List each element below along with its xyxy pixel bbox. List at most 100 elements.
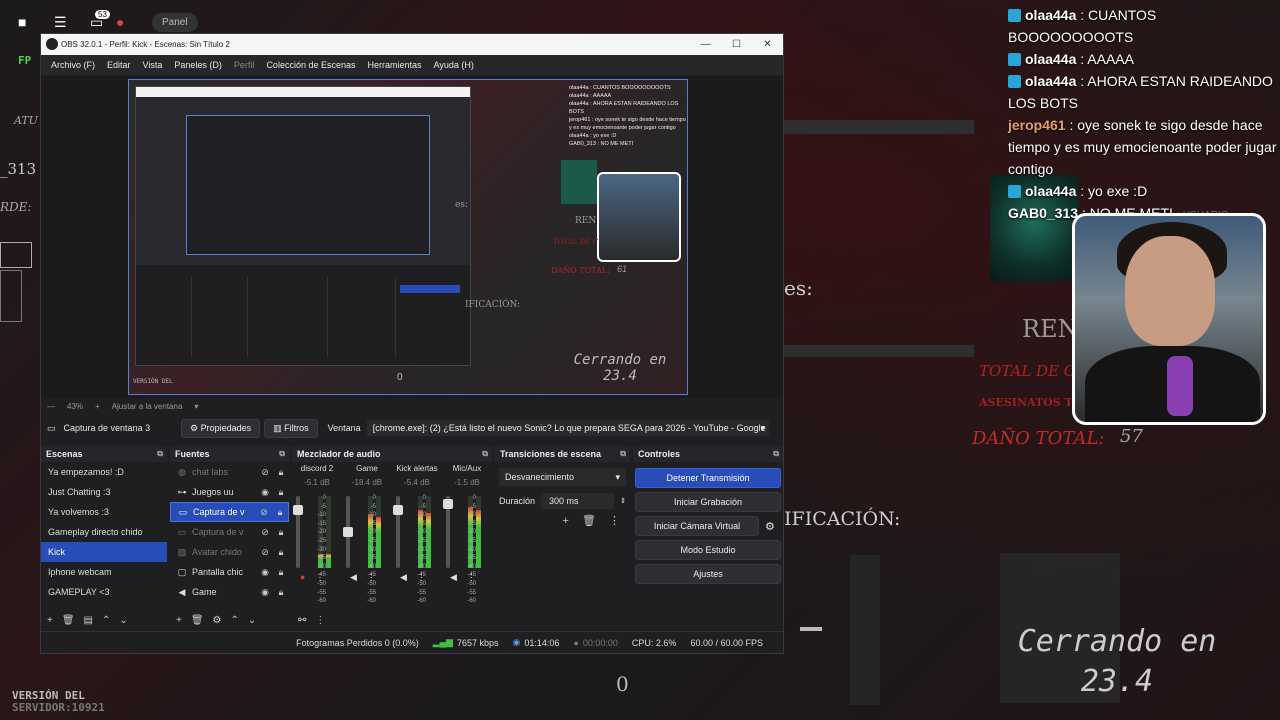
program-preview[interactable]: olaa44a : CUANTOS BOOOOOOOOOTS olaa44a :…: [128, 79, 688, 395]
lock-icon[interactable]: 🔒︎: [273, 587, 289, 598]
scene-item[interactable]: Gameplay directo chido: [41, 522, 167, 542]
studio-mode-button[interactable]: Modo Estudio: [635, 540, 781, 560]
spinner-icon[interactable]: ⇕: [620, 497, 626, 505]
menu-icon[interactable]: ☰: [54, 14, 70, 30]
fader-knob[interactable]: [343, 527, 353, 537]
more-icon[interactable]: ⋮: [367, 572, 376, 582]
source-item[interactable]: ⊶ Juegos uu ◉ 🔒︎: [170, 482, 289, 502]
arrow-down-icon[interactable]: ⌄: [248, 615, 256, 626]
add-icon[interactable]: +: [47, 615, 53, 626]
gear-icon[interactable]: ⚙: [765, 520, 775, 533]
zoom-in-icon[interactable]: +: [95, 402, 100, 411]
menu-ayuda[interactable]: Ayuda (H): [428, 60, 480, 70]
properties-button[interactable]: ⚙ Propiedades: [181, 418, 261, 438]
fader-knob[interactable]: [293, 505, 303, 516]
trash-icon[interactable]: 🗑: [62, 615, 75, 626]
undock-icon[interactable]: ⧉: [157, 449, 163, 459]
transition-select[interactable]: Desvanecimiento ▾: [499, 468, 626, 486]
panel-button[interactable]: Panel: [152, 12, 198, 32]
fader-knob[interactable]: [443, 499, 453, 510]
app-logo-icon[interactable]: ■: [18, 14, 34, 30]
scene-item-selected[interactable]: Kick: [41, 542, 167, 562]
eye-icon[interactable]: ◉: [257, 567, 273, 578]
speaker-icon[interactable]: ◀: [450, 572, 457, 582]
eye-hidden-icon[interactable]: ⊘: [256, 507, 272, 518]
menu-coleccion[interactable]: Colección de Escenas: [260, 60, 361, 70]
scene-item[interactable]: Iphone webcam: [41, 562, 167, 582]
add-icon[interactable]: +: [562, 515, 568, 527]
undock-icon[interactable]: ⧉: [279, 449, 285, 459]
audio-mixer-dock: Mezclador de audio ⧉ ⚯ ⋮ discord 2 -5.1 dB…: [292, 446, 492, 630]
zoom-out-icon[interactable]: —: [47, 402, 55, 411]
eye-hidden-icon[interactable]: ⊘: [257, 467, 273, 478]
chevron-down-icon[interactable]: ▾: [760, 423, 765, 434]
add-icon[interactable]: +: [176, 615, 182, 626]
lock-icon[interactable]: 🔒︎: [273, 467, 289, 478]
more-icon[interactable]: ⋮: [609, 515, 620, 527]
arrow-up-icon[interactable]: ⌃: [231, 615, 239, 626]
eye-icon[interactable]: ◉: [257, 587, 273, 598]
lock-icon[interactable]: 🔒︎: [273, 527, 289, 538]
maximize-icon[interactable]: ☐: [721, 39, 752, 50]
zoom-fit-select[interactable]: Ajustar a la ventana: [112, 402, 183, 411]
undock-icon[interactable]: ⧉: [773, 449, 779, 459]
link-icon[interactable]: ⚯: [298, 615, 306, 626]
start-recording-button[interactable]: Iniciar Grabación: [635, 492, 781, 512]
arrow-up-icon[interactable]: ⌃: [102, 615, 110, 626]
chat-user: jerop461: [1008, 117, 1066, 133]
fader-knob[interactable]: [393, 505, 403, 516]
menu-paneles[interactable]: Paneles (D): [168, 60, 228, 70]
virtual-camera-button[interactable]: Iniciar Cámara Virtual: [635, 516, 759, 536]
volume-fader[interactable]: [443, 496, 453, 568]
trash-icon[interactable]: 🗑: [582, 515, 596, 527]
filters-button[interactable]: ▥ Filtros: [264, 418, 318, 438]
scene-item[interactable]: Ya volvemos :3: [41, 502, 167, 522]
source-item-selected[interactable]: ▭ Captura de v ⊘ 🔒︎: [170, 502, 289, 522]
more-icon[interactable]: ⋮: [417, 572, 426, 582]
menu-perfil[interactable]: Perfil: [228, 60, 261, 70]
lock-icon[interactable]: 🔒︎: [273, 567, 289, 578]
source-item[interactable]: ◀ Game ◉ 🔒︎: [170, 582, 289, 602]
eye-icon[interactable]: ◉: [257, 487, 273, 498]
undock-icon[interactable]: ⧉: [482, 449, 488, 459]
minimize-icon[interactable]: —: [690, 39, 721, 50]
speaker-icon[interactable]: ◀: [400, 572, 407, 582]
source-item[interactable]: ◍ chat labs ⊘ 🔒︎: [170, 462, 289, 482]
menu-editar[interactable]: Editar: [101, 60, 137, 70]
scene-item[interactable]: Just Chatting :3: [41, 482, 167, 502]
microphone-muted-icon[interactable]: ●: [116, 14, 132, 30]
lock-icon[interactable]: 🔒︎: [273, 487, 289, 498]
more-icon[interactable]: ⋮: [315, 572, 324, 582]
filter-icon[interactable]: ▤: [84, 615, 93, 626]
more-icon[interactable]: ⋮: [315, 615, 325, 626]
undock-icon[interactable]: ⧉: [620, 449, 626, 459]
lock-icon[interactable]: 🔒︎: [272, 507, 288, 518]
volume-fader[interactable]: [393, 496, 403, 568]
close-icon[interactable]: ✕: [752, 39, 783, 50]
duration-input[interactable]: 300 ms: [541, 493, 615, 509]
eye-hidden-icon[interactable]: ⊘: [257, 547, 273, 558]
speaker-icon[interactable]: ◀: [350, 572, 357, 582]
muted-speaker-icon[interactable]: ●: [300, 572, 305, 582]
volume-fader[interactable]: [343, 496, 353, 568]
volume-fader[interactable]: [293, 496, 303, 568]
mixer-channel: Game -18.4 dB 0 -5 -10 -15 -20 -25 -30 -35 -40 -45-…: [342, 462, 392, 612]
menu-vista[interactable]: Vista: [137, 60, 169, 70]
source-item[interactable]: ▨ Avatar chido ⊘ 🔒︎: [170, 542, 289, 562]
menu-herramientas[interactable]: Herramientas: [362, 60, 428, 70]
gear-icon[interactable]: ⚙: [213, 615, 222, 626]
scene-item[interactable]: Ya empezamos! :D: [41, 462, 167, 482]
eye-hidden-icon[interactable]: ⊘: [257, 527, 273, 538]
chevron-down-icon[interactable]: ▾: [194, 402, 198, 411]
lock-icon[interactable]: 🔒︎: [273, 547, 289, 558]
source-item[interactable]: ▭ Captura de v ⊘ 🔒︎: [170, 522, 289, 542]
more-icon[interactable]: ⋮: [467, 572, 476, 582]
source-item[interactable]: ▢ Pantalla chic ◉ 🔒︎: [170, 562, 289, 582]
menu-archivo[interactable]: Archivo (F): [45, 60, 101, 70]
scene-item[interactable]: GAMEPLAY <3: [41, 582, 167, 602]
arrow-down-icon[interactable]: ⌄: [119, 615, 127, 626]
window-select[interactable]: [chrome.exe]: (2) ¿Está listo el nuevo S…: [366, 420, 769, 436]
stop-stream-button[interactable]: Detener Transmisión: [635, 468, 781, 488]
trash-icon[interactable]: 🗑: [191, 615, 204, 626]
settings-button[interactable]: Ajustes: [635, 564, 781, 584]
